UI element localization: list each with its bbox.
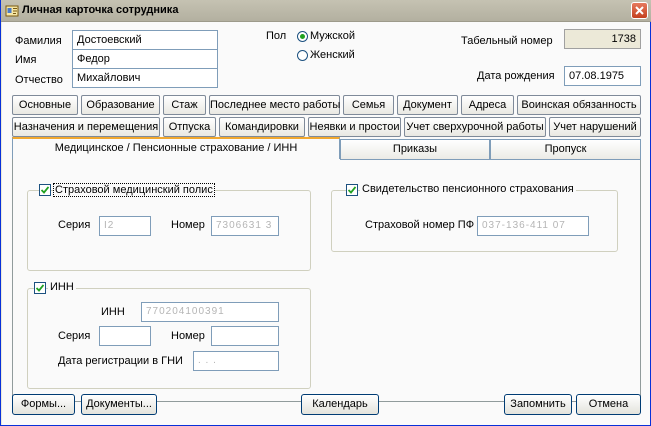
medical-policy-label[interactable]: Страховой медицинский полис: [53, 183, 215, 197]
tab-appointments[interactable]: Назначения и перемещения: [12, 117, 160, 137]
tab-family[interactable]: Семья: [343, 95, 394, 115]
save-button[interactable]: Запомнить: [504, 394, 572, 415]
tab-education[interactable]: Образование: [81, 95, 160, 115]
tab-addresses[interactable]: Адреса: [461, 95, 514, 115]
medical-policy-checkbox[interactable]: [39, 184, 51, 196]
name-field[interactable]: Федор: [72, 49, 218, 69]
gender-male-label[interactable]: Мужской: [310, 30, 355, 42]
tab-main[interactable]: Основные: [12, 95, 78, 115]
medical-series-field[interactable]: I2: [99, 216, 151, 236]
tab-overtime[interactable]: Учет сверхурочной работы: [404, 117, 546, 137]
tab-absences[interactable]: Неявки и простои: [308, 117, 401, 137]
pension-number-label: Страховой номер ПФ: [365, 219, 475, 231]
close-icon: [635, 6, 644, 15]
inn-series-field[interactable]: [99, 326, 151, 346]
subtab-medical-pension-inn[interactable]: Медицинское / Пенсионные страхование / И…: [12, 137, 340, 159]
window-content: Фамилия Достоевский Имя Федор Отчество М…: [2, 22, 650, 425]
gender-label: Пол: [266, 30, 287, 42]
subtab-panel: Страховой медицинский полис Серия I2 Ном…: [12, 159, 641, 402]
forms-button[interactable]: Формы...: [12, 394, 75, 415]
inn-label[interactable]: ИНН: [48, 281, 76, 293]
calendar-button[interactable]: Календарь: [301, 394, 379, 415]
surname-label: Фамилия: [15, 35, 62, 47]
tab-number-label: Табельный номер: [461, 35, 553, 47]
title-bar[interactable]: Личная карточка сотрудника: [1, 0, 651, 22]
inn-number-field[interactable]: 770204100391: [141, 302, 279, 322]
birth-date-label: Дата рождения: [477, 70, 555, 82]
tab-document[interactable]: Документ: [397, 95, 458, 115]
tab-business-trips[interactable]: Командировки: [219, 117, 305, 137]
inn-series-label: Серия: [58, 330, 91, 342]
checkmark-icon: [36, 284, 44, 292]
inn-checkbox[interactable]: [34, 282, 46, 294]
surname-field[interactable]: Достоевский: [72, 30, 218, 50]
tab-experience[interactable]: Стаж: [163, 95, 206, 115]
card-icon: [5, 4, 19, 18]
tab-military[interactable]: Воинская обязанность: [517, 95, 641, 115]
window-title: Личная карточка сотрудника: [22, 4, 179, 16]
inn-doc-number-label: Номер: [171, 330, 205, 342]
gender-female-label[interactable]: Женский: [310, 49, 355, 61]
inn-number-label: ИНН: [101, 306, 125, 318]
subtab-orders[interactable]: Приказы: [340, 139, 490, 159]
close-button[interactable]: [631, 2, 648, 19]
inn-doc-number-field[interactable]: [211, 326, 279, 346]
tab-strip-divider: [340, 159, 641, 160]
inn-reg-date-field[interactable]: . . .: [193, 351, 279, 371]
pension-number-field[interactable]: 037-136-411 07: [477, 216, 589, 236]
name-label: Имя: [15, 54, 37, 66]
tab-last-job[interactable]: Последнее место работы: [209, 95, 340, 115]
gender-female-radio[interactable]: [297, 50, 308, 61]
subtab-pass[interactable]: Пропуск: [490, 139, 641, 159]
tab-vacations[interactable]: Отпуска: [163, 117, 216, 137]
tab-violations[interactable]: Учет нарушений: [549, 117, 641, 137]
patronymic-label: Отчество: [15, 74, 63, 86]
checkmark-icon: [41, 186, 49, 194]
birth-date-field[interactable]: 07.08.1975: [564, 66, 641, 86]
gender-male-radio[interactable]: [297, 31, 308, 42]
medical-series-label: Серия: [58, 219, 91, 231]
pension-label[interactable]: Свидетельство пенсионного страхования: [360, 183, 576, 195]
tab-number-field: 1738: [564, 29, 641, 49]
cancel-button[interactable]: Отмена: [576, 394, 641, 415]
documents-button[interactable]: Документы...: [81, 394, 157, 415]
employee-card-window: Личная карточка сотрудника Фамилия Досто…: [0, 0, 651, 426]
checkmark-icon: [348, 186, 356, 194]
medical-number-field[interactable]: 7306631 3: [211, 216, 279, 236]
inn-reg-date-label: Дата регистрации в ГНИ: [58, 355, 183, 367]
pension-checkbox[interactable]: [346, 184, 358, 196]
patronymic-field[interactable]: Михайлович: [72, 68, 218, 88]
medical-number-label: Номер: [171, 219, 205, 231]
